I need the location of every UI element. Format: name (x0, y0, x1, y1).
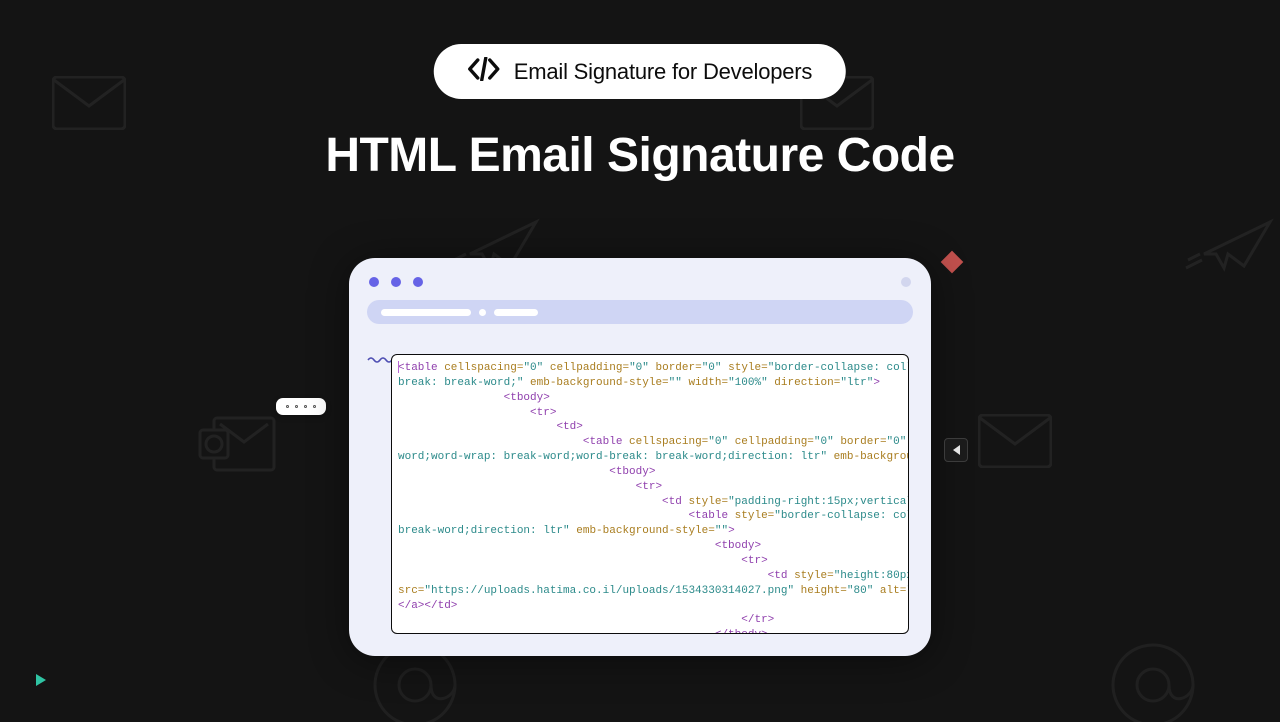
back-cursor-icon (944, 438, 968, 462)
paper-plane-icon (1184, 214, 1280, 274)
diamond-accent-icon (938, 248, 966, 276)
window-dot-inactive (901, 277, 911, 287)
window-dot (391, 277, 401, 287)
browser-window: <table cellspacing="0" cellpadding="0" b… (349, 258, 931, 656)
mail-program-icon (198, 412, 280, 476)
header-pill: Email Signature for Developers (434, 44, 846, 99)
address-bar (367, 300, 913, 324)
play-accent-icon (36, 674, 46, 686)
at-sign-icon (1108, 640, 1198, 722)
code-snippet: <table cellspacing="0" cellpadding="0" b… (391, 354, 909, 634)
window-controls (349, 258, 931, 288)
window-dot (413, 277, 423, 287)
envelope-outline-icon (978, 414, 1052, 468)
typing-indicator (276, 398, 326, 415)
envelope-outline-icon (52, 76, 126, 130)
window-dot (369, 277, 379, 287)
header-pill-title: Email Signature for Developers (514, 59, 812, 85)
address-bar-wrap (349, 288, 931, 324)
page-title: HTML Email Signature Code (0, 128, 1280, 183)
code-brackets-icon (468, 57, 500, 86)
